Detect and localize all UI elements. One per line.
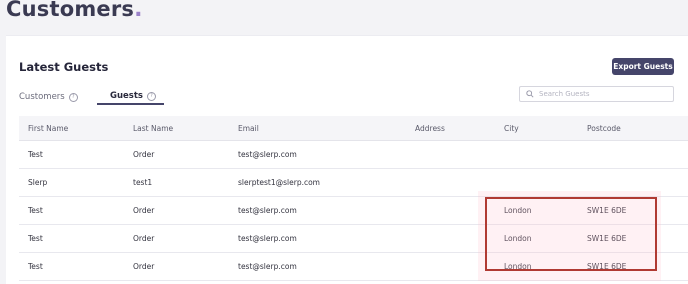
search-input[interactable] — [539, 90, 669, 98]
tab-guests-label: Guests — [110, 91, 143, 101]
section-title: Latest Guests — [19, 60, 109, 74]
cell-last-name: Order — [133, 234, 155, 243]
column-header-city[interactable]: City — [504, 116, 519, 140]
cell-email: test@slerp.com — [238, 206, 297, 215]
table-row[interactable]: Test Order test@slerp.com — [19, 141, 688, 169]
page-title-text: Customers — [6, 0, 135, 21]
guests-table: First Name Last Name Email Address City … — [19, 116, 688, 281]
tab-guests[interactable]: Guests ? — [97, 89, 164, 105]
cell-email: test@slerp.com — [238, 262, 297, 271]
page-title: Customers. — [6, 0, 143, 22]
cell-email: test@slerp.com — [238, 234, 297, 243]
cell-first-name: Slerp — [28, 178, 48, 187]
cell-email: test@slerp.com — [238, 150, 297, 159]
cell-city: London — [504, 206, 532, 215]
help-circle-icon: ? — [68, 92, 78, 102]
column-header-first-name[interactable]: First Name — [28, 116, 68, 140]
table-row[interactable]: Test Order test@slerp.com London SW1E 6D… — [19, 253, 688, 281]
help-circle-icon: ? — [146, 91, 156, 101]
cell-city: London — [504, 262, 532, 271]
cell-last-name: Order — [133, 150, 155, 159]
cell-city: London — [504, 234, 532, 243]
cell-first-name: Test — [28, 234, 43, 243]
column-header-postcode[interactable]: Postcode — [587, 116, 621, 140]
column-header-last-name[interactable]: Last Name — [133, 116, 173, 140]
latest-guests-card: Latest Guests Export Guests Customers ? … — [6, 35, 688, 284]
table-header-row: First Name Last Name Email Address City … — [19, 116, 688, 141]
cell-first-name: Test — [28, 206, 43, 215]
export-guests-button[interactable]: Export Guests — [612, 58, 674, 75]
search-icon — [526, 90, 534, 98]
column-header-email[interactable]: Email — [238, 116, 259, 140]
table-row[interactable]: Test Order test@slerp.com London SW1E 6D… — [19, 197, 688, 225]
cell-postcode: SW1E 6DE — [587, 262, 627, 271]
cell-last-name: test1 — [133, 178, 153, 187]
cell-postcode: SW1E 6DE — [587, 206, 627, 215]
column-header-address[interactable]: Address — [415, 116, 445, 140]
cell-postcode: SW1E 6DE — [587, 234, 627, 243]
cell-last-name: Order — [133, 262, 155, 271]
cell-first-name: Test — [28, 150, 43, 159]
table-row[interactable]: Test Order test@slerp.com London SW1E 6D… — [19, 225, 688, 253]
search-box[interactable] — [519, 86, 674, 102]
tab-customers-label: Customers — [19, 92, 65, 102]
table-row[interactable]: Slerp test1 slerptest1@slerp.com — [19, 169, 688, 197]
cell-email: slerptest1@slerp.com — [238, 178, 320, 187]
cell-last-name: Order — [133, 206, 155, 215]
page-title-dot: . — [134, 0, 143, 22]
cell-first-name: Test — [28, 262, 43, 271]
tab-customers[interactable]: Customers ? — [19, 89, 78, 105]
